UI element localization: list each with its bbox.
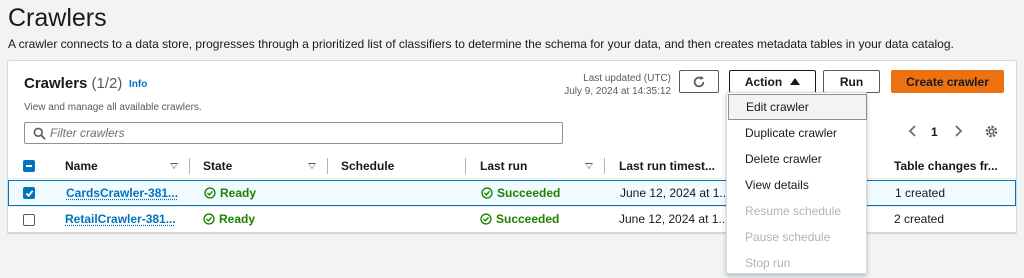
run-button[interactable]: Run	[823, 70, 880, 93]
column-header-last-run-timestamp[interactable]: Last run timest...	[619, 159, 715, 173]
menu-item-duplicate-crawler[interactable]: Duplicate crawler	[728, 120, 867, 146]
menu-item-resume-schedule: Resume schedule	[745, 204, 842, 218]
settings-icon[interactable]	[984, 124, 999, 139]
action-button-label: Action	[744, 74, 783, 89]
row-checkbox[interactable]	[23, 187, 35, 199]
table-changes-cell: 2 created	[894, 212, 945, 226]
action-dropdown-menu: Edit crawler Duplicate crawler Delete cr…	[726, 92, 867, 274]
last-updated-value: July 9, 2024 at 14:35:12	[564, 86, 671, 97]
last-updated: Last updated (UTC) July 9, 2024 at 14:35…	[561, 72, 671, 98]
check-circle-icon	[203, 213, 215, 225]
row-checkbox[interactable]	[23, 214, 35, 226]
last-run-timestamp-cell: June 12, 2024 at 1...	[620, 186, 730, 200]
search-icon	[33, 127, 46, 140]
page-description: A crawler connects to a data store, prog…	[8, 37, 954, 51]
state-cell: Ready	[203, 212, 255, 226]
create-crawler-button[interactable]: Create crawler	[891, 70, 1004, 93]
sort-down-icon[interactable]	[170, 163, 178, 169]
refresh-button[interactable]	[679, 70, 719, 93]
state-cell: Ready	[204, 186, 256, 200]
check-circle-icon	[480, 213, 492, 225]
last-run-cell: Succeeded	[480, 212, 559, 226]
page-number[interactable]: 1	[931, 125, 938, 139]
menu-item-pause-schedule: Pause schedule	[745, 230, 831, 244]
page-title: Crawlers	[8, 4, 107, 32]
info-link[interactable]: Info	[129, 79, 147, 90]
menu-item-delete-crawler[interactable]: Delete crawler	[728, 146, 867, 172]
last-updated-label: Last updated (UTC)	[583, 73, 671, 84]
refresh-icon	[693, 75, 705, 87]
menu-item-edit-crawler[interactable]: Edit crawler	[728, 94, 867, 120]
menu-item-stop-run: Stop run	[745, 256, 791, 270]
column-header-schedule[interactable]: Schedule	[341, 159, 394, 173]
panel-title-text: Crawlers	[24, 75, 88, 92]
crawler-name-link[interactable]: CardsCrawler-381...	[66, 186, 178, 200]
check-circle-icon	[481, 187, 493, 199]
menu-item-view-details[interactable]: View details	[728, 172, 867, 198]
column-header-last-run[interactable]: Last run	[480, 159, 527, 173]
chevron-right-icon[interactable]	[952, 124, 964, 138]
check-circle-icon	[204, 187, 216, 199]
sort-down-icon[interactable]	[308, 163, 316, 169]
last-run-timestamp-cell: June 12, 2024 at 1...	[619, 212, 729, 226]
column-header-table-changes[interactable]: Table changes fr...	[894, 159, 998, 173]
panel-title: Crawlers (1/2)	[24, 75, 122, 92]
column-header-name[interactable]: Name	[65, 159, 98, 173]
table-changes-cell: 1 created	[895, 186, 946, 200]
select-all-checkbox[interactable]	[23, 160, 35, 172]
sort-down-icon[interactable]	[585, 163, 593, 169]
filter-search	[24, 122, 563, 144]
filter-input[interactable]	[50, 125, 550, 141]
chevron-left-icon[interactable]	[907, 124, 919, 138]
column-header-state[interactable]: State	[203, 159, 232, 173]
action-button[interactable]: Action	[729, 70, 816, 93]
panel-subtitle: View and manage all available crawlers.	[24, 102, 202, 113]
last-run-cell: Succeeded	[481, 186, 560, 200]
panel-count: (1/2)	[91, 75, 123, 92]
caret-up-icon	[790, 78, 801, 85]
crawler-name-link[interactable]: RetailCrawler-381...	[65, 212, 176, 226]
